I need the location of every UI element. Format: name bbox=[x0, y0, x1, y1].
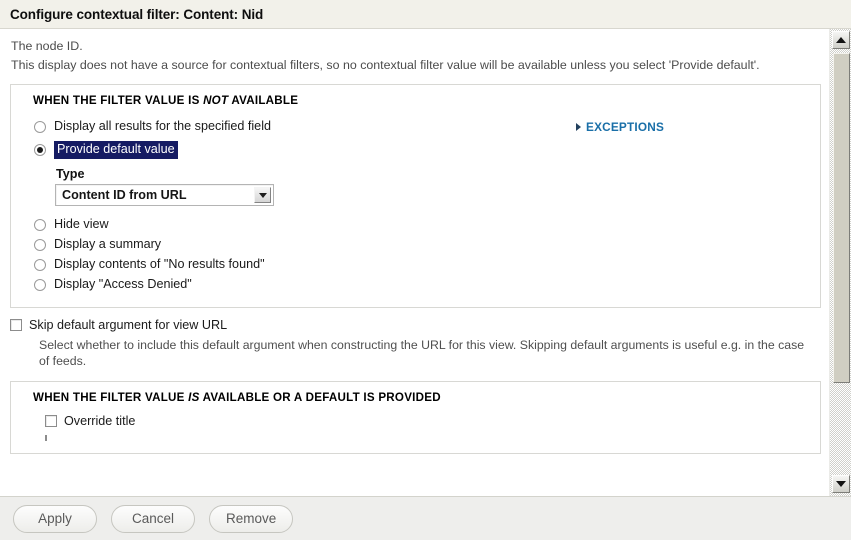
legend-part-pre: WHEN THE FILTER VALUE IS bbox=[33, 94, 204, 107]
radio-input-hide-view[interactable] bbox=[34, 218, 46, 231]
exceptions-toggle[interactable]: EXCEPTIONS bbox=[576, 120, 664, 134]
dialog-titlebar: Configure contextual filter: Content: Ni… bbox=[0, 0, 851, 29]
radio-input-display-summary[interactable] bbox=[34, 238, 46, 251]
default-value-type-block: Type Content ID from URL bbox=[55, 167, 808, 206]
type-label: Type bbox=[56, 167, 85, 181]
when-value-available-fieldset: WHEN THE FILTER VALUE IS AVAILABLE OR A … bbox=[10, 381, 821, 454]
skip-default-argument-label: Skip default argument for view URL bbox=[29, 318, 228, 332]
legend2-part-pre: WHEN THE FILTER VALUE bbox=[33, 391, 189, 404]
legend-part-italic: NOT bbox=[203, 94, 229, 107]
skip-default-argument-row[interactable]: Skip default argument for view URL bbox=[10, 318, 821, 332]
legend2-part-italic: IS bbox=[188, 391, 200, 404]
type-select-arrow-button[interactable] bbox=[254, 187, 271, 203]
when-value-not-available-fieldset: WHEN THE FILTER VALUE IS NOT AVAILABLE E… bbox=[10, 84, 821, 308]
dialog-title: Configure contextual filter: Content: Ni… bbox=[10, 6, 264, 22]
dialog-body: The node ID. This display does not have … bbox=[0, 29, 851, 497]
legend-part-post: AVAILABLE bbox=[228, 94, 299, 107]
scroll-up-button[interactable] bbox=[832, 31, 850, 49]
dialog-scroll-content: The node ID. This display does not have … bbox=[0, 29, 829, 496]
next-option-row-clipped[interactable] bbox=[45, 435, 808, 441]
triangle-down-icon bbox=[836, 481, 846, 487]
scroll-down-button[interactable] bbox=[832, 475, 850, 493]
scrollbar-thumb[interactable] bbox=[833, 53, 850, 383]
next-option-checkbox[interactable] bbox=[45, 435, 47, 441]
override-title-label: Override title bbox=[64, 414, 136, 428]
available-legend: WHEN THE FILTER VALUE IS AVAILABLE OR A … bbox=[33, 391, 808, 404]
radio-label-display-no-results: Display contents of "No results found" bbox=[54, 257, 265, 271]
filter-description-line1: The node ID. bbox=[11, 39, 83, 53]
radio-input-display-all-results[interactable] bbox=[34, 120, 46, 133]
radio-option-display-all-results[interactable]: Display all results for the specified fi… bbox=[23, 117, 808, 136]
radio-option-hide-view[interactable]: Hide view bbox=[23, 215, 808, 234]
skip-default-argument-help: Select whether to include this default a… bbox=[39, 338, 805, 368]
override-title-row[interactable]: Override title bbox=[45, 414, 808, 428]
legend2-part-post: AVAILABLE OR A DEFAULT IS PROVIDED bbox=[199, 391, 441, 404]
exceptions-label: EXCEPTIONS bbox=[586, 120, 665, 134]
not-available-legend: WHEN THE FILTER VALUE IS NOT AVAILABLE bbox=[33, 94, 808, 107]
skip-default-argument-checkbox[interactable] bbox=[10, 319, 22, 331]
remove-button[interactable]: Remove bbox=[209, 504, 294, 533]
apply-button[interactable]: Apply bbox=[13, 504, 97, 533]
type-select[interactable]: Content ID from URL bbox=[55, 184, 274, 206]
filter-description-line2: This display does not have a source for … bbox=[11, 58, 760, 72]
radio-option-display-summary[interactable]: Display a summary bbox=[23, 235, 808, 254]
dialog-footer: Apply Cancel Remove bbox=[0, 497, 851, 540]
radio-input-display-access-denied[interactable] bbox=[34, 278, 46, 291]
radio-label-provide-default-value: Provide default value bbox=[54, 140, 178, 159]
vertical-scrollbar[interactable] bbox=[829, 29, 851, 496]
configure-contextual-filter-dialog: Configure contextual filter: Content: Ni… bbox=[0, 0, 851, 540]
radio-label-display-access-denied: Display "Access Denied" bbox=[54, 277, 192, 291]
cancel-button[interactable]: Cancel bbox=[111, 504, 195, 533]
radio-option-display-no-results[interactable]: Display contents of "No results found" bbox=[23, 255, 808, 274]
radio-input-display-no-results[interactable] bbox=[34, 258, 46, 271]
radio-option-display-access-denied[interactable]: Display "Access Denied" bbox=[23, 275, 808, 294]
chevron-right-icon bbox=[576, 123, 581, 131]
radio-label-display-summary: Display a summary bbox=[54, 237, 162, 251]
radio-option-provide-default-value[interactable]: Provide default value bbox=[23, 140, 808, 159]
triangle-up-icon bbox=[836, 37, 846, 43]
chevron-down-icon bbox=[258, 192, 267, 198]
type-select-value: Content ID from URL bbox=[62, 188, 187, 202]
radio-input-provide-default-value[interactable] bbox=[34, 143, 46, 156]
override-title-checkbox[interactable] bbox=[45, 415, 57, 427]
radio-label-display-all-results: Display all results for the specified fi… bbox=[54, 119, 271, 133]
radio-label-hide-view: Hide view bbox=[54, 217, 109, 231]
